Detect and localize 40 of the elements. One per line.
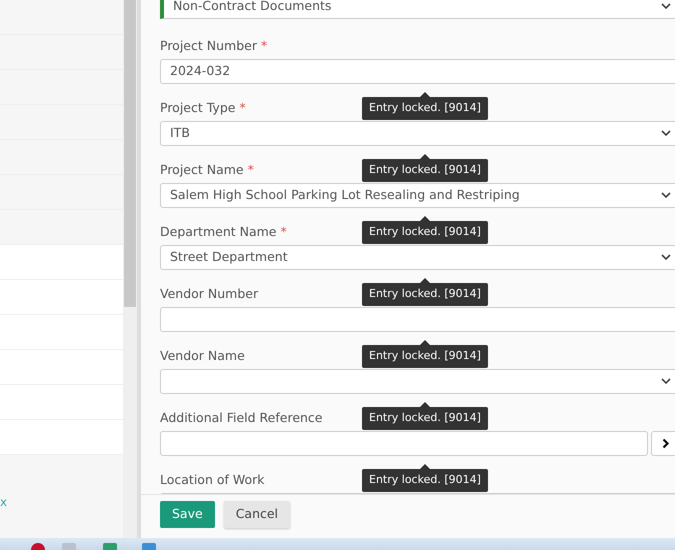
select-field[interactable] bbox=[160, 369, 675, 394]
select-field[interactable]: Salem High School Parking Lot Resealing and Restriping bbox=[160, 183, 675, 208]
input-field[interactable] bbox=[160, 431, 648, 456]
tooltip: Entry locked. [9014] bbox=[362, 402, 488, 430]
select-field[interactable]: ITB bbox=[160, 121, 675, 146]
save-button[interactable]: Save bbox=[160, 501, 215, 528]
field-label: Location of Work bbox=[160, 471, 265, 488]
select-field[interactable]: Non-Contract Documents bbox=[160, 0, 675, 19]
input-field[interactable] bbox=[160, 307, 675, 332]
field-label: Department Name * bbox=[160, 223, 287, 240]
tooltip: Entry locked. [9014] bbox=[362, 154, 488, 182]
field-label: Vendor Name bbox=[160, 347, 245, 364]
table-row[interactable] bbox=[0, 175, 123, 210]
field-label: Additional Field Reference bbox=[160, 409, 322, 426]
select-field[interactable]: Street Department bbox=[160, 245, 675, 270]
chevron-down-icon bbox=[661, 192, 671, 199]
chevron-down-icon bbox=[661, 130, 671, 137]
tooltip: Entry locked. [9014] bbox=[362, 216, 488, 244]
chevron-right-icon bbox=[662, 438, 670, 449]
field-label: Project Name * bbox=[160, 161, 254, 178]
input-field[interactable]: 2024-032 bbox=[160, 59, 675, 84]
table-row[interactable] bbox=[0, 105, 123, 140]
field-label: Project Number * bbox=[160, 37, 268, 54]
tooltip: Entry locked. [9014] bbox=[362, 92, 488, 120]
table-row[interactable] bbox=[0, 35, 123, 70]
lookup-button[interactable] bbox=[651, 431, 675, 456]
table-row[interactable] bbox=[0, 140, 123, 175]
chevron-down-icon bbox=[661, 254, 671, 261]
chevron-down-icon bbox=[661, 378, 671, 385]
scrollbar-thumb[interactable] bbox=[124, 0, 136, 307]
tooltip: Entry locked. [9014] bbox=[362, 340, 488, 368]
cancel-button[interactable]: Cancel bbox=[224, 501, 290, 528]
table-row[interactable] bbox=[0, 210, 123, 245]
field-label: Project Type * bbox=[160, 99, 246, 116]
table-row[interactable] bbox=[0, 70, 123, 105]
table-row[interactable] bbox=[0, 0, 123, 35]
chevron-down-icon bbox=[661, 3, 671, 10]
tooltip: Entry locked. [9014] bbox=[362, 278, 488, 306]
field-label: Vendor Number bbox=[160, 285, 258, 302]
tooltip: Entry locked. [9014] bbox=[362, 464, 488, 492]
